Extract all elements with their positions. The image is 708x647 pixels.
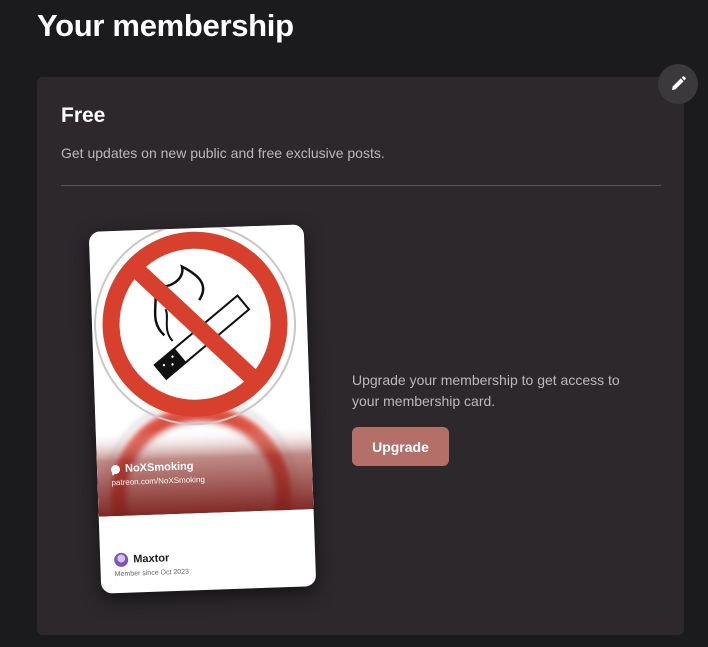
member-since: Member since Oct 2023 [114,568,190,579]
avatar [113,552,129,568]
upgrade-button[interactable]: Upgrade [352,427,449,466]
card-member: Maxtor [113,551,170,568]
member-name: Maxtor [133,552,170,566]
membership-card: NoXSmoking patreon.com/NoXSmoking Maxtor… [88,224,317,594]
tier-name: Free [61,104,106,127]
membership-panel: Free Get updates on new public and free … [37,77,684,635]
upgrade-description: Upgrade your membership to get access to… [352,372,620,409]
edit-membership-button[interactable] [658,64,698,104]
divider [61,185,661,186]
patreon-logo-icon [110,464,121,474]
creator-name: NoXSmoking [124,460,194,475]
tier-description: Get updates on new public and free exclu… [61,145,385,161]
page-title: Your membership [37,8,294,43]
pencil-icon [672,76,686,90]
